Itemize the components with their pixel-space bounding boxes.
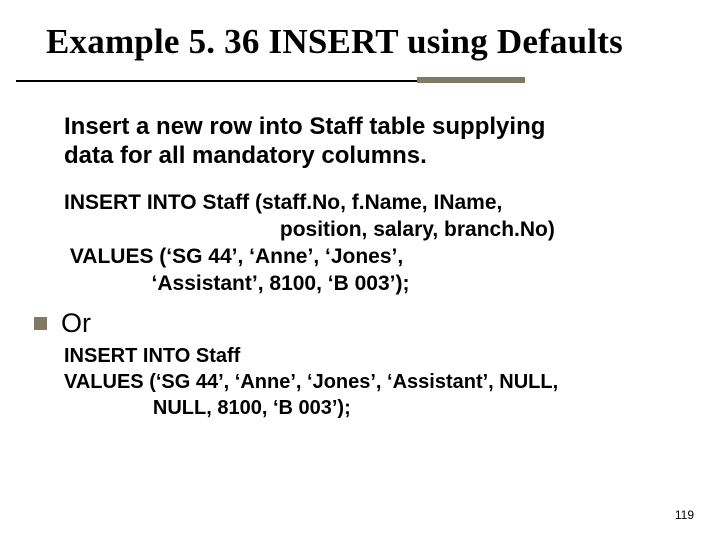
or-label: Or [61, 308, 91, 339]
slide-title: Example 5. 36 INSERT using Defaults [0, 0, 720, 62]
page-number: 119 [675, 508, 694, 522]
sql1-line1: INSERT INTO Staff (staff.No, f.Name, INa… [64, 191, 502, 214]
sql2-line1: INSERT INTO Staff [64, 345, 240, 367]
sql1-line2: position, salary, branch.No) [64, 218, 555, 241]
intro-text: Insert a new row into Staff table supply… [64, 112, 680, 171]
intro-line1: Insert a new row into Staff table supply… [64, 113, 545, 140]
slide-content: Insert a new row into Staff table supply… [0, 80, 720, 421]
sql2-line2: VALUES (‘SG 44’, ‘Anne’, ‘Jones’, ‘Assis… [64, 371, 558, 393]
intro-line2: data for all mandatory columns. [64, 142, 427, 169]
sql-block-1: INSERT INTO Staff (staff.No, f.Name, INa… [64, 189, 680, 298]
or-row: Or [34, 308, 680, 339]
sql1-line4: ‘Assistant’, 8100, ‘B 003’); [64, 272, 409, 295]
square-bullet-icon [34, 317, 47, 330]
rule-accent [417, 77, 525, 83]
sql1-line3: VALUES (‘SG 44’, ‘Anne’, ‘Jones’, [64, 245, 403, 268]
sql-block-2: INSERT INTO Staff VALUES (‘SG 44’, ‘Anne… [64, 343, 680, 421]
sql2-line3: NULL, 8100, ‘B 003’); [64, 397, 351, 419]
